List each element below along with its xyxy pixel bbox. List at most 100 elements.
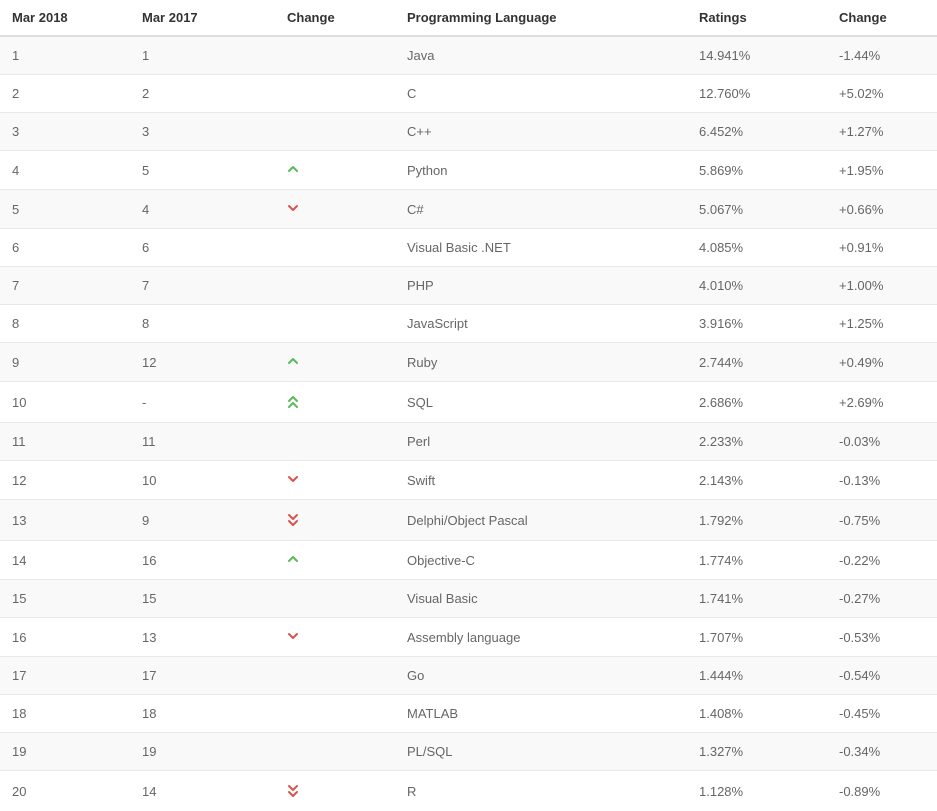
header-change-icon: Change bbox=[275, 0, 395, 36]
cell-trend bbox=[275, 423, 395, 461]
cell-change: -0.54% bbox=[827, 657, 937, 695]
cell-mar2018: 5 bbox=[0, 190, 130, 229]
cell-trend bbox=[275, 343, 395, 382]
cell-mar2018: 18 bbox=[0, 695, 130, 733]
cell-ratings: 4.010% bbox=[687, 267, 827, 305]
cell-trend bbox=[275, 229, 395, 267]
table-row: 1818MATLAB1.408%-0.45% bbox=[0, 695, 937, 733]
cell-mar2018: 19 bbox=[0, 733, 130, 771]
cell-ratings: 6.452% bbox=[687, 113, 827, 151]
cell-mar2018: 1 bbox=[0, 36, 130, 75]
table-row: 912Ruby2.744%+0.49% bbox=[0, 343, 937, 382]
cell-language: Swift bbox=[395, 461, 687, 500]
cell-mar2017: 13 bbox=[130, 618, 275, 657]
cell-change: +0.66% bbox=[827, 190, 937, 229]
cell-mar2017: 14 bbox=[130, 771, 275, 811]
cell-trend bbox=[275, 151, 395, 190]
chevron-up-icon bbox=[287, 163, 299, 178]
cell-trend bbox=[275, 382, 395, 423]
cell-mar2017: 15 bbox=[130, 580, 275, 618]
cell-change: -0.13% bbox=[827, 461, 937, 500]
table-row: 139Delphi/Object Pascal1.792%-0.75% bbox=[0, 500, 937, 541]
table-row: 1111Perl2.233%-0.03% bbox=[0, 423, 937, 461]
cell-mar2017: 2 bbox=[130, 75, 275, 113]
chevron-up-icon bbox=[287, 355, 299, 370]
chevron-down-icon bbox=[287, 202, 299, 217]
cell-ratings: 1.408% bbox=[687, 695, 827, 733]
cell-language: Java bbox=[395, 36, 687, 75]
cell-mar2017: 19 bbox=[130, 733, 275, 771]
table-row: 22C12.760%+5.02% bbox=[0, 75, 937, 113]
cell-change: -0.03% bbox=[827, 423, 937, 461]
table-row: 11Java14.941%-1.44% bbox=[0, 36, 937, 75]
cell-trend bbox=[275, 733, 395, 771]
cell-mar2017: 5 bbox=[130, 151, 275, 190]
cell-ratings: 1.741% bbox=[687, 580, 827, 618]
cell-language: C++ bbox=[395, 113, 687, 151]
cell-mar2017: 3 bbox=[130, 113, 275, 151]
header-mar2017: Mar 2017 bbox=[130, 0, 275, 36]
cell-trend bbox=[275, 461, 395, 500]
cell-language: Go bbox=[395, 657, 687, 695]
header-mar2018: Mar 2018 bbox=[0, 0, 130, 36]
cell-language: MATLAB bbox=[395, 695, 687, 733]
cell-ratings: 12.760% bbox=[687, 75, 827, 113]
cell-change: +5.02% bbox=[827, 75, 937, 113]
table-row: 1613Assembly language1.707%-0.53% bbox=[0, 618, 937, 657]
double-chevron-up-icon bbox=[287, 393, 299, 411]
cell-trend bbox=[275, 36, 395, 75]
cell-ratings: 1.128% bbox=[687, 771, 827, 811]
cell-mar2018: 4 bbox=[0, 151, 130, 190]
cell-ratings: 1.792% bbox=[687, 500, 827, 541]
cell-language: Python bbox=[395, 151, 687, 190]
cell-language: C# bbox=[395, 190, 687, 229]
cell-mar2017: - bbox=[130, 382, 275, 423]
cell-ratings: 14.941% bbox=[687, 36, 827, 75]
cell-language: Visual Basic .NET bbox=[395, 229, 687, 267]
table-row: 1919PL/SQL1.327%-0.34% bbox=[0, 733, 937, 771]
header-language: Programming Language bbox=[395, 0, 687, 36]
table-row: 54C#5.067%+0.66% bbox=[0, 190, 937, 229]
cell-change: +0.49% bbox=[827, 343, 937, 382]
cell-mar2017: 7 bbox=[130, 267, 275, 305]
double-chevron-down-icon bbox=[287, 782, 299, 800]
cell-language: JavaScript bbox=[395, 305, 687, 343]
cell-mar2017: 4 bbox=[130, 190, 275, 229]
cell-mar2017: 10 bbox=[130, 461, 275, 500]
cell-ratings: 3.916% bbox=[687, 305, 827, 343]
cell-mar2018: 6 bbox=[0, 229, 130, 267]
chevron-down-icon bbox=[287, 473, 299, 488]
cell-trend bbox=[275, 190, 395, 229]
header-change: Change bbox=[827, 0, 937, 36]
cell-mar2018: 15 bbox=[0, 580, 130, 618]
cell-ratings: 1.774% bbox=[687, 541, 827, 580]
cell-mar2017: 17 bbox=[130, 657, 275, 695]
cell-mar2017: 12 bbox=[130, 343, 275, 382]
cell-mar2018: 2 bbox=[0, 75, 130, 113]
cell-trend bbox=[275, 500, 395, 541]
cell-change: +2.69% bbox=[827, 382, 937, 423]
cell-mar2018: 7 bbox=[0, 267, 130, 305]
rankings-table: Mar 2018 Mar 2017 Change Programming Lan… bbox=[0, 0, 937, 811]
cell-mar2017: 9 bbox=[130, 500, 275, 541]
cell-mar2018: 8 bbox=[0, 305, 130, 343]
table-row: 1416Objective-C1.774%-0.22% bbox=[0, 541, 937, 580]
cell-mar2017: 18 bbox=[130, 695, 275, 733]
cell-mar2018: 9 bbox=[0, 343, 130, 382]
cell-change: -0.89% bbox=[827, 771, 937, 811]
cell-trend bbox=[275, 695, 395, 733]
cell-mar2018: 3 bbox=[0, 113, 130, 151]
table-row: 1717Go1.444%-0.54% bbox=[0, 657, 937, 695]
cell-language: Perl bbox=[395, 423, 687, 461]
cell-change: -0.34% bbox=[827, 733, 937, 771]
cell-trend bbox=[275, 541, 395, 580]
cell-change: -0.22% bbox=[827, 541, 937, 580]
cell-change: +1.00% bbox=[827, 267, 937, 305]
table-row: 66Visual Basic .NET4.085%+0.91% bbox=[0, 229, 937, 267]
cell-mar2018: 12 bbox=[0, 461, 130, 500]
cell-change: +0.91% bbox=[827, 229, 937, 267]
double-chevron-down-icon bbox=[287, 511, 299, 529]
cell-trend bbox=[275, 657, 395, 695]
cell-language: Visual Basic bbox=[395, 580, 687, 618]
cell-trend bbox=[275, 771, 395, 811]
